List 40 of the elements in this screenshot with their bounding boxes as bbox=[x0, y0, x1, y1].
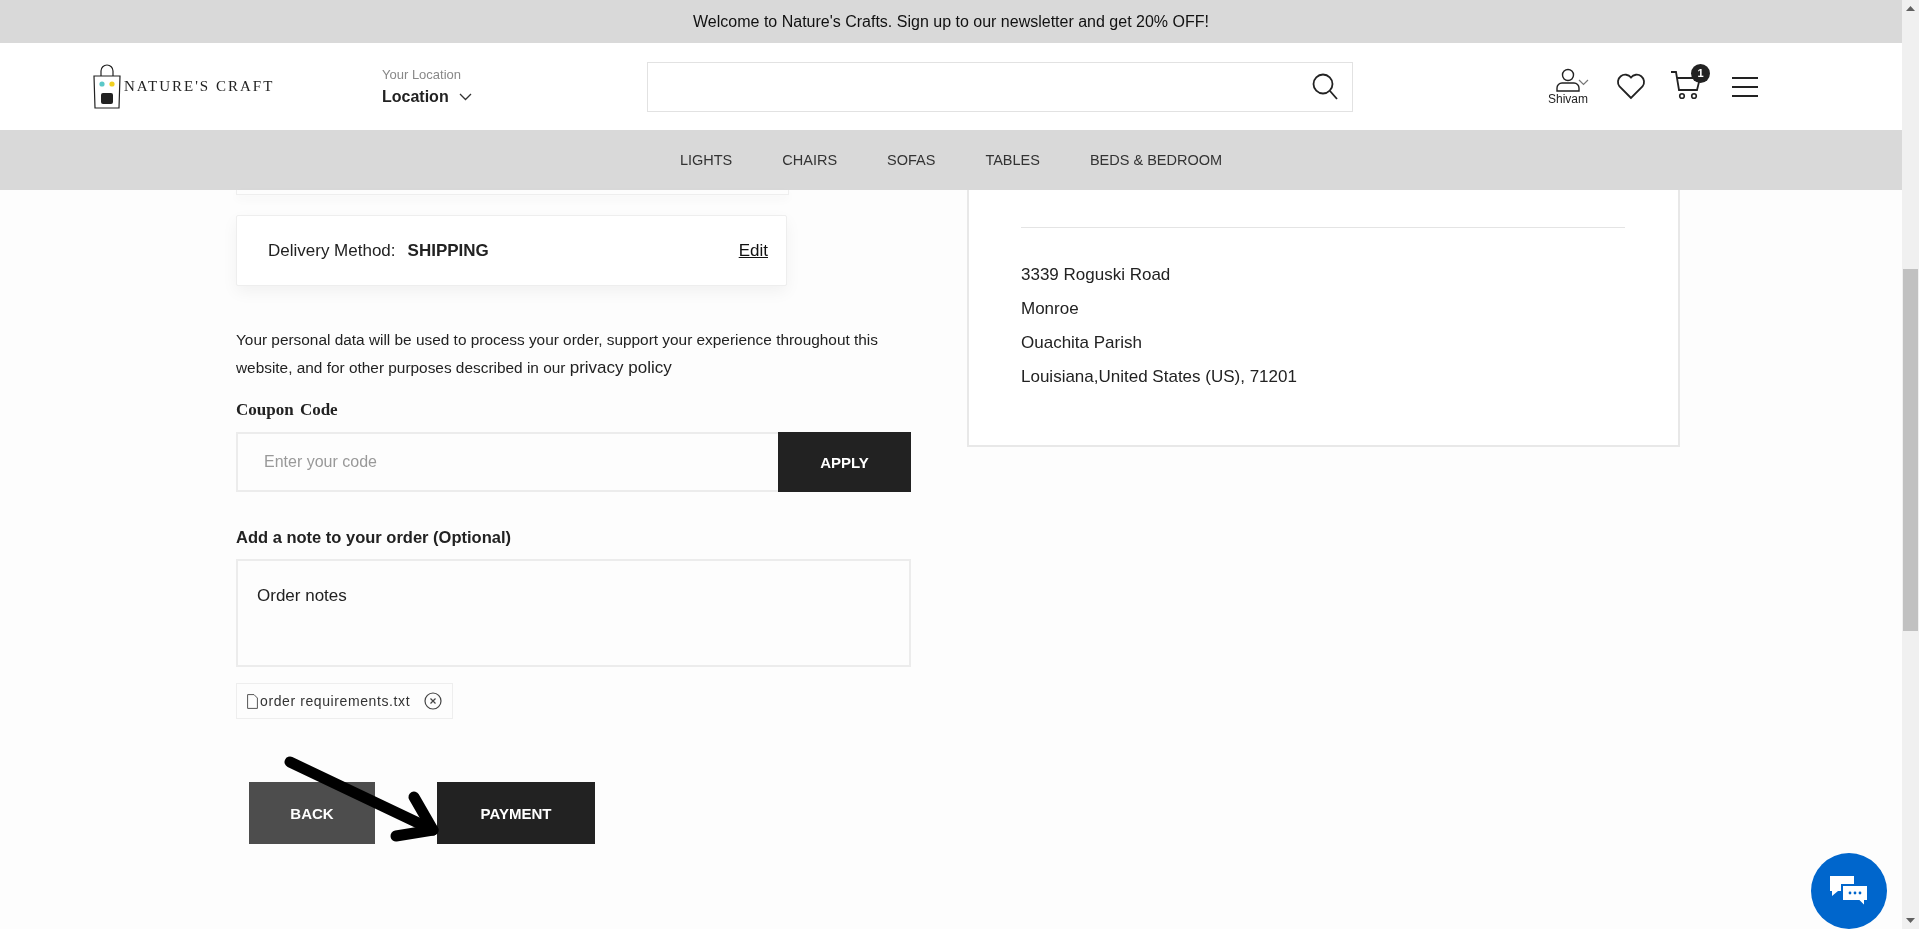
logo-icon bbox=[92, 63, 122, 110]
apply-button[interactable]: APPLY bbox=[778, 432, 911, 492]
address-line: Ouachita Parish bbox=[1021, 332, 1143, 354]
nav-link[interactable]: CHAIRS bbox=[782, 152, 838, 168]
nav-link[interactable]: BEDS & BEDROOM bbox=[1089, 152, 1223, 168]
coupon-code-field[interactable]: Enter your code bbox=[236, 432, 778, 492]
heart-icon[interactable] bbox=[1616, 73, 1646, 100]
announcement-text: Welcome to Nature's Crafts. Sign up to our newsletter and get 20% OFF! bbox=[693, 12, 1209, 31]
address-line: Monroe bbox=[1021, 298, 1080, 320]
privacy-policy-link[interactable]: privacy policy bbox=[569, 358, 672, 377]
nav-link[interactable]: TABLES bbox=[985, 152, 1040, 168]
remove-icon[interactable] bbox=[424, 692, 443, 710]
search-icon[interactable] bbox=[1312, 73, 1338, 100]
delivery-method-value: SHIPPING bbox=[407, 240, 490, 261]
chat-icon[interactable] bbox=[1828, 874, 1870, 908]
privacy-notice: Your personal data will be used to process your order, support your experience throughout this website, and for other purposes described in our privacy policy bbox=[236, 330, 879, 379]
search-field[interactable] bbox=[647, 61, 1353, 112]
coupon-code-label: Coupon Code bbox=[236, 400, 338, 420]
location-label: Your Location bbox=[382, 67, 463, 82]
order-note-label: Add a note to your order (Optional) bbox=[236, 528, 511, 547]
delivery-method-label: Delivery Method: bbox=[268, 240, 396, 261]
menu-icon[interactable] bbox=[1732, 75, 1758, 98]
cart-icon[interactable] bbox=[1670, 69, 1702, 100]
address-line: Louisiana,United States (US), 71201 bbox=[1021, 366, 1298, 388]
user-icon[interactable] bbox=[1556, 67, 1580, 92]
order-notes-field[interactable]: Order notes bbox=[236, 559, 911, 667]
caret-icon[interactable] bbox=[1578, 78, 1589, 86]
navigation-button[interactable]: BACK bbox=[249, 782, 375, 844]
nav-link[interactable]: LIGHTS bbox=[679, 152, 733, 168]
address-line: 3339 Roguski Road bbox=[1021, 264, 1172, 286]
user-name[interactable]: Shivam bbox=[1548, 91, 1588, 106]
logo-text: NATURE'S CRAFT bbox=[124, 78, 275, 95]
edit-link[interactable]: Edit bbox=[738, 240, 768, 261]
nav-link[interactable]: SOFAS bbox=[887, 152, 936, 168]
navigation-button[interactable]: PAYMENT bbox=[437, 782, 595, 844]
chevron-down-icon[interactable] bbox=[458, 93, 472, 101]
location-selector[interactable]: Location bbox=[382, 88, 449, 106]
file-icon bbox=[247, 693, 258, 709]
attachment-name: order requirements.txt bbox=[260, 693, 411, 709]
cart-count-badge: 1 bbox=[1691, 63, 1710, 83]
